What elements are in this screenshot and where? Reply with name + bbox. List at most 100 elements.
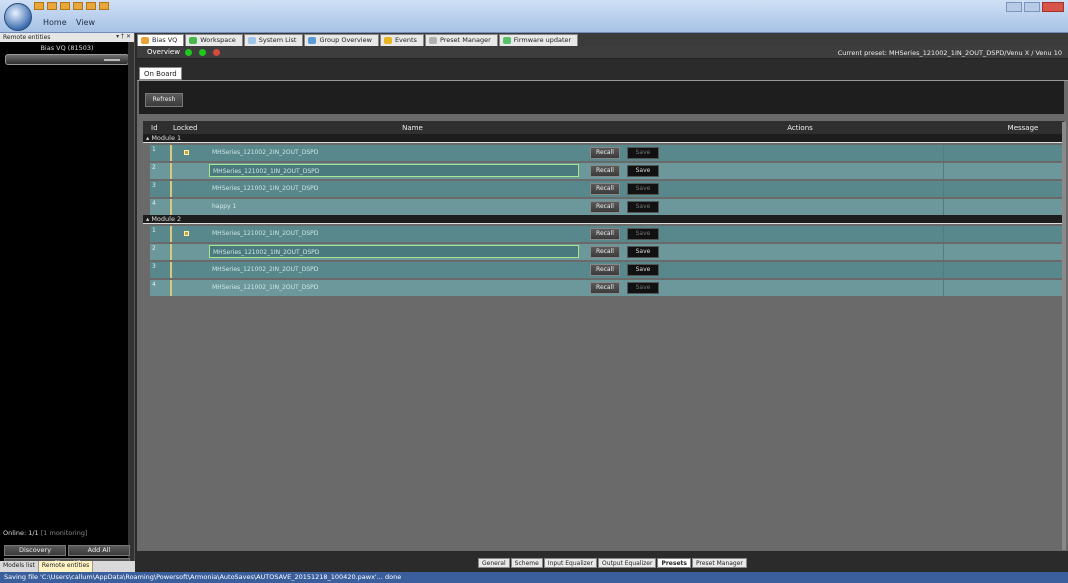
header-name[interactable]: Name	[207, 124, 618, 132]
tab-icon	[308, 37, 317, 44]
maximize-button[interactable]	[1024, 2, 1040, 12]
presets-panel: Refresh Id Locked Name Actions Message ▴…	[137, 80, 1068, 551]
discovery-button[interactable]: Discovery	[4, 545, 66, 556]
preset-message-cell	[943, 145, 1064, 161]
grid-scrollbar[interactable]	[1062, 122, 1066, 550]
recall-button[interactable]: Recall	[590, 246, 620, 258]
preset-message-cell	[943, 244, 1064, 260]
pin-icon[interactable]: ▾ † ✕	[116, 33, 131, 40]
application-orb[interactable]	[4, 3, 32, 31]
save-button[interactable]: Save	[627, 201, 659, 213]
preset-name[interactable]: MHSeries_121002_1IN_2OUT_DSPD	[209, 182, 579, 195]
header-locked[interactable]: Locked	[173, 124, 207, 132]
preset-name[interactable]: MHSeries_121002_2IN_2OUT_DSPD	[209, 146, 579, 159]
ribbon-tab-home[interactable]: Home	[37, 16, 73, 31]
preset-row[interactable]: 3 MHSeries_121002_2IN_2OUT_DSPD Recall Save	[150, 262, 1064, 278]
tab-workspace[interactable]: Workspace	[185, 34, 243, 46]
module-group-header[interactable]: ▴ Module 2	[143, 215, 1064, 224]
panel-scrollbar[interactable]	[128, 42, 134, 572]
recall-button[interactable]: Recall	[590, 183, 620, 195]
grid-header: Id Locked Name Actions Message	[143, 121, 1064, 134]
save-button[interactable]: Save	[627, 147, 659, 159]
module-group-header[interactable]: ▴ Module 1	[143, 134, 1064, 143]
tab-system-list[interactable]: System List	[243, 34, 304, 46]
window-controls	[1006, 2, 1064, 12]
qat-redo-icon[interactable]	[86, 2, 96, 10]
tab-events[interactable]: Events	[379, 34, 424, 46]
app-window: Home View Remote entities ▾ † ✕ Bias VQ …	[0, 0, 1068, 583]
preset-actions-cell: Recall Save	[579, 280, 943, 296]
refresh-button[interactable]: Refresh	[145, 93, 183, 107]
close-button[interactable]	[1042, 2, 1064, 12]
recall-button[interactable]: Recall	[590, 147, 620, 159]
monitoring-count: [1 monitoring]	[40, 529, 88, 537]
preset-id: 2	[150, 244, 172, 260]
save-button[interactable]: Save	[627, 282, 659, 294]
ribbon-tab-view[interactable]: View	[70, 16, 101, 31]
document-tabs: Bias VQ Workspace System List Group Overvie…	[137, 33, 1068, 46]
recall-button[interactable]: Recall	[590, 282, 620, 294]
qat-new-icon[interactable]	[34, 2, 44, 10]
preset-id: 4	[150, 199, 172, 215]
recall-button[interactable]: Recall	[590, 201, 620, 213]
tab-preset-manager[interactable]: Preset Manager	[424, 34, 498, 46]
device-tab-strip: General Scheme Input Equalizer Output Equal…	[478, 558, 748, 568]
amplifier-device[interactable]	[5, 54, 129, 65]
recall-button[interactable]: Recall	[590, 165, 620, 177]
window-title	[330, 2, 730, 11]
tab-group-overview[interactable]: Group Overview	[304, 34, 379, 46]
preset-row[interactable]: 1 MHSeries_121002_1IN_2OUT_DSPD Recall Save	[150, 226, 1064, 242]
tab-presets[interactable]: Presets	[657, 558, 691, 568]
tab-general[interactable]: General	[478, 558, 510, 568]
preset-name[interactable]: MHSeries_121002_1IN_2OUT_DSPD	[209, 245, 579, 258]
tab-firmware-updater[interactable]: Firmware updater	[498, 34, 579, 46]
preset-id: 2	[150, 163, 172, 179]
preset-message-cell	[943, 226, 1064, 242]
minimize-button[interactable]	[1006, 2, 1022, 12]
preset-row[interactable]: 4 happy 1 Recall Save	[150, 199, 1064, 215]
save-button[interactable]: Save	[627, 183, 659, 195]
save-button[interactable]: Save	[627, 246, 659, 258]
tab-preset-manager[interactable]: Preset Manager	[691, 558, 747, 568]
tab-on-board[interactable]: On Board	[139, 67, 182, 80]
preset-row[interactable]: 1 MHSeries_121002_2IN_2OUT_DSPD Recall Save	[150, 145, 1064, 161]
save-button[interactable]: Save	[627, 228, 659, 240]
preset-name[interactable]: MHSeries_121002_1IN_2OUT_DSPD	[209, 227, 579, 240]
preset-row[interactable]: 2 MHSeries_121002_1IN_2OUT_DSPD Recall Save	[150, 244, 1064, 260]
save-button[interactable]: Save	[627, 165, 659, 177]
preset-name[interactable]: MHSeries_121002_1IN_2OUT_DSPD	[209, 281, 579, 294]
header-message[interactable]: Message	[982, 124, 1064, 132]
qat-open-icon[interactable]	[47, 2, 57, 10]
preset-id: 3	[150, 181, 172, 197]
preset-row[interactable]: 2 MHSeries_121002_1IN_2OUT_DSPD Recall Save	[150, 163, 1064, 179]
panel-header: Remote entities ▾ † ✕	[0, 33, 134, 42]
tab-bias-vq[interactable]: Bias VQ	[137, 34, 185, 46]
header-id[interactable]: Id	[143, 124, 173, 132]
preset-row[interactable]: 3 MHSeries_121002_1IN_2OUT_DSPD Recall Save	[150, 181, 1064, 197]
preset-actions-cell: Recall Save	[579, 199, 943, 215]
grid-body: ▴ Module 1 1 MHSeries_121002_2IN_2OUT_DSPD…	[143, 134, 1064, 296]
preset-name[interactable]: MHSeries_121002_2IN_2OUT_DSPD	[209, 263, 579, 276]
preset-name[interactable]: MHSeries_121002_1IN_2OUT_DSPD	[209, 164, 579, 177]
add-all-button[interactable]: Add All	[68, 545, 130, 556]
qat-undo-icon[interactable]	[73, 2, 83, 10]
tab-remote-entities[interactable]: Remote entities	[38, 561, 94, 572]
header-actions[interactable]: Actions	[618, 124, 982, 132]
save-button[interactable]: Save	[627, 264, 659, 276]
qat-save-icon[interactable]	[60, 2, 70, 10]
recall-button[interactable]: Recall	[590, 264, 620, 276]
tab-icon	[502, 37, 511, 44]
recall-button[interactable]: Recall	[590, 228, 620, 240]
tab-models-list[interactable]: Models list	[0, 561, 39, 572]
preset-row[interactable]: 4 MHSeries_121002_1IN_2OUT_DSPD Recall Save	[150, 280, 1064, 296]
tab-output-equalizer[interactable]: Output Equalizer	[597, 558, 657, 568]
tab-scheme[interactable]: Scheme	[510, 558, 543, 568]
remote-entities-panel: Remote entities ▾ † ✕ Bias VQ (81503) On…	[0, 33, 135, 572]
preset-actions-cell: Recall Save	[579, 226, 943, 242]
overview-label[interactable]: Overview	[147, 48, 180, 56]
preset-name[interactable]: happy 1	[209, 200, 579, 213]
tab-input-equalizer[interactable]: Input Equalizer	[543, 558, 597, 568]
qat-settings-icon[interactable]	[99, 2, 109, 10]
status-led-icon	[185, 49, 192, 56]
entity-title: Bias VQ (81503)	[40, 44, 94, 52]
